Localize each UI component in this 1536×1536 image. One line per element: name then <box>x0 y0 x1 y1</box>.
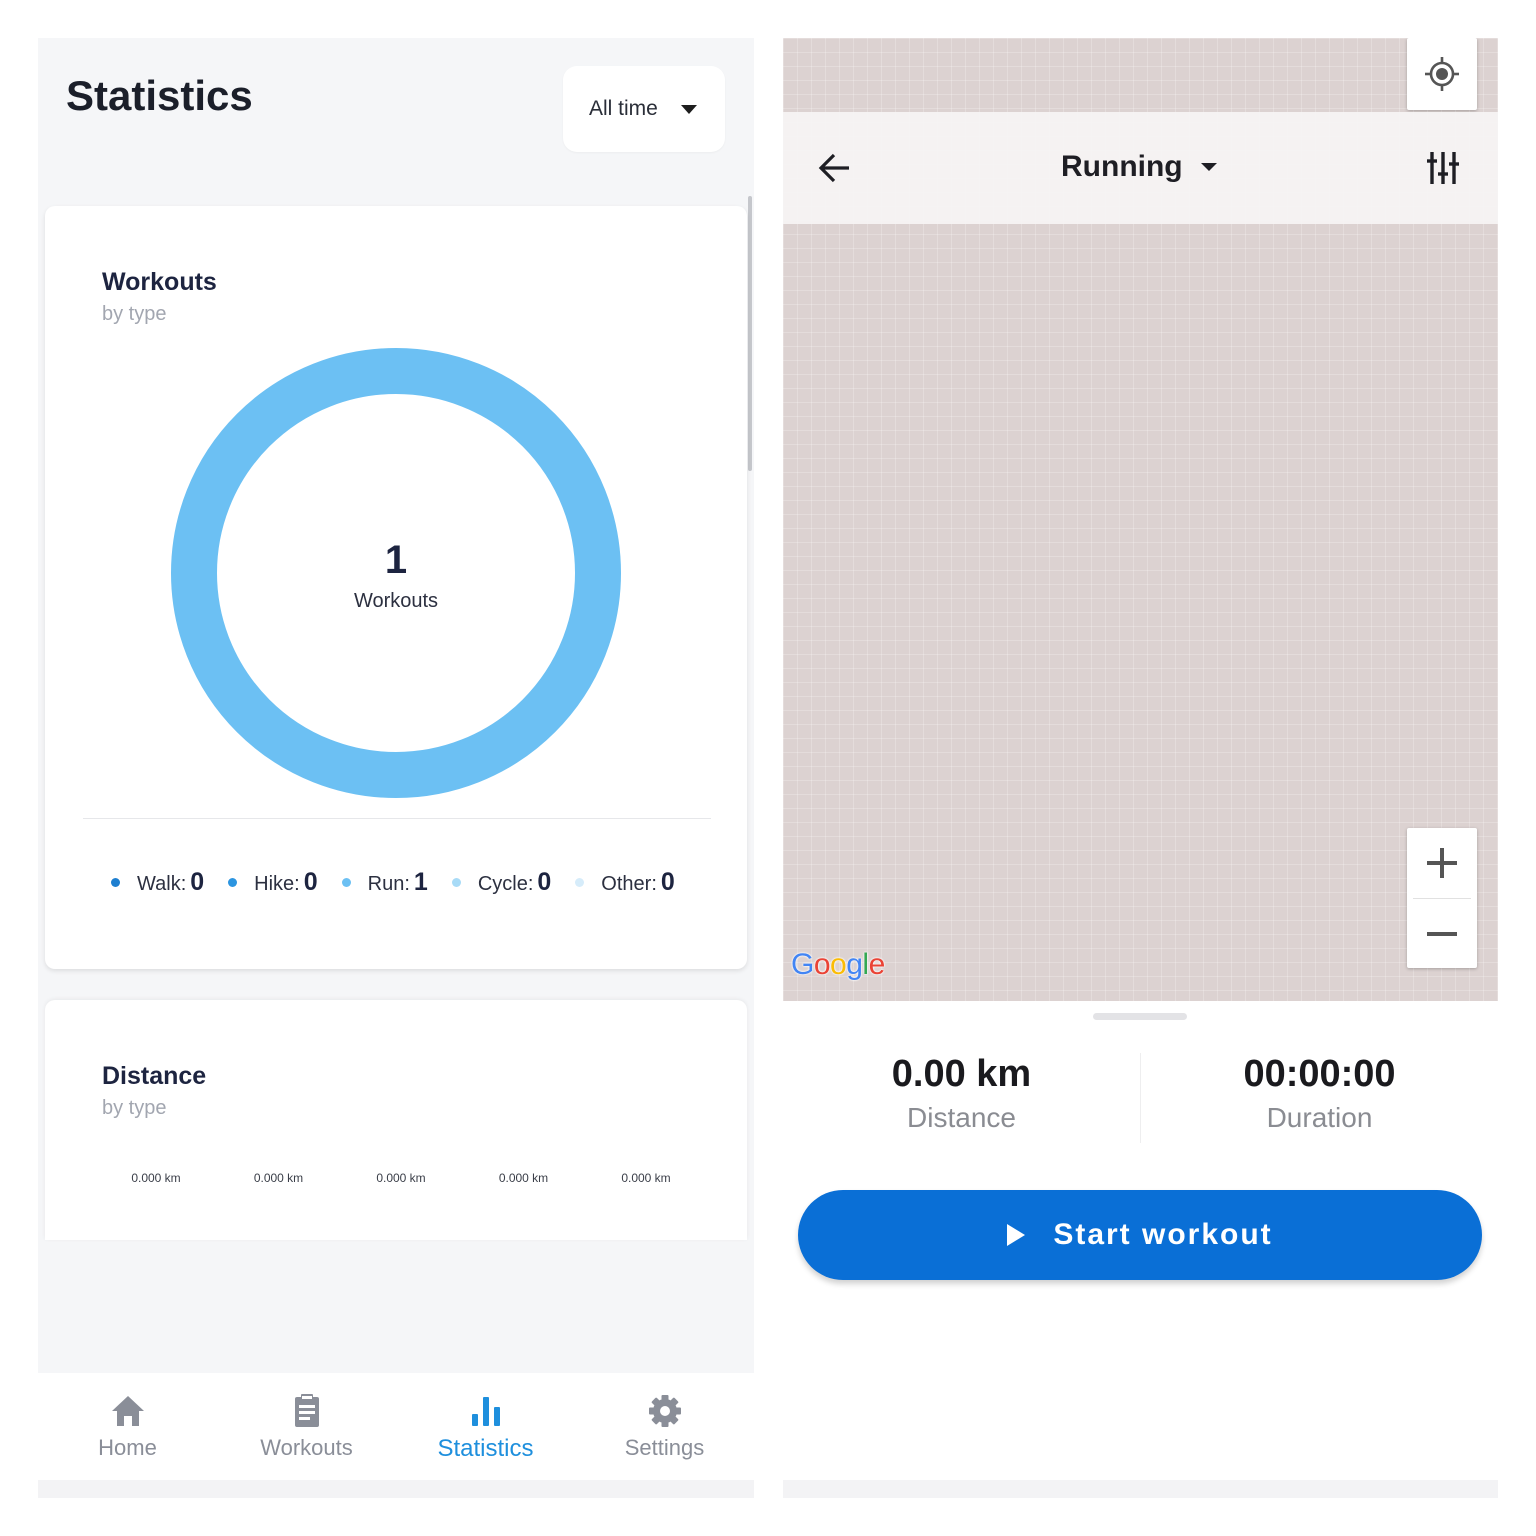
bottom-sheet-handle[interactable] <box>1093 1013 1187 1020</box>
workouts-card-title: Workouts <box>102 268 217 296</box>
home-icon <box>111 1396 144 1426</box>
google-logo-letter: o <box>830 948 847 981</box>
google-logo-letter: G <box>791 948 814 981</box>
legend-item-run: Run: 1 <box>341 868 428 897</box>
time-range-dropdown[interactable]: All time <box>563 66 725 152</box>
distance-tick-label: 0.000 km <box>376 1171 426 1185</box>
google-logo: Google <box>791 948 885 982</box>
back-arrow-icon[interactable] <box>815 148 855 188</box>
map-zoom-controls <box>1407 828 1477 968</box>
system-nav-strip <box>38 1480 754 1498</box>
legend-value: 0 <box>660 868 675 896</box>
google-logo-letter: o <box>813 948 831 981</box>
activity-type-dropdown[interactable]: Running <box>1061 150 1217 184</box>
legend-value: 0 <box>537 868 552 896</box>
distance-value: 0.00 km <box>891 1053 1032 1095</box>
activity-type-label: Running <box>1061 150 1183 183</box>
duration-metric: 00:00:00 Duration <box>1141 1053 1498 1134</box>
google-logo-letter: g <box>846 948 863 981</box>
nav-home[interactable]: Home <box>38 1373 217 1480</box>
legend-label: Walk: <box>137 873 187 895</box>
nav-label: Settings <box>624 1435 705 1460</box>
legend-label: Hike: <box>254 873 300 895</box>
donut-total-label: Workouts <box>353 590 439 612</box>
legend-dot <box>228 878 238 887</box>
legend-dot <box>451 878 461 887</box>
my-location-button[interactable] <box>1407 38 1477 110</box>
distance-tick-label: 0.000 km <box>621 1171 671 1185</box>
nav-label: Workouts <box>260 1435 353 1460</box>
legend-value: 1 <box>413 868 428 896</box>
start-workout-button[interactable]: Start workout <box>798 1190 1482 1280</box>
play-icon <box>1007 1224 1026 1246</box>
divider <box>83 818 711 819</box>
distance-card-title: Distance <box>102 1062 207 1090</box>
duration-value: 00:00:00 <box>1243 1053 1396 1095</box>
legend-dot <box>111 878 120 887</box>
distance-label: Distance <box>907 1102 1016 1133</box>
system-nav-strip <box>783 1480 1498 1498</box>
distance-axis-ticks: 0.000 km 0.000 km 0.000 km 0.000 km 0.00… <box>101 1171 701 1185</box>
legend-item-cycle: Cycle: 0 <box>451 868 552 897</box>
tune-settings-icon[interactable] <box>1423 148 1463 188</box>
bar-chart-icon <box>471 1397 500 1426</box>
nav-workouts[interactable]: Workouts <box>217 1373 396 1480</box>
minus-icon <box>1427 931 1457 936</box>
workouts-card: Workouts by type 1 Workouts Walk: 0 Hike… <box>45 206 747 969</box>
distance-tick-label: 0.000 km <box>131 1171 181 1185</box>
donut-total: 1 <box>384 538 408 582</box>
duration-label: Duration <box>1266 1102 1373 1133</box>
legend-value: 0 <box>190 868 205 896</box>
statistics-screen: Statistics All time Workouts by type 1 W… <box>38 38 754 1498</box>
google-logo-letter: e <box>868 948 886 981</box>
legend-dot <box>575 878 585 887</box>
page-title: Statistics <box>66 72 253 119</box>
legend-dot <box>341 878 351 887</box>
legend-label: Cycle: <box>477 873 534 895</box>
zoom-in-button[interactable] <box>1407 828 1477 898</box>
scrollbar[interactable] <box>748 196 752 471</box>
workout-top-bar: Running <box>783 112 1498 224</box>
nav-settings[interactable]: Settings <box>575 1373 754 1480</box>
distance-card-subtitle: by type <box>102 1097 167 1119</box>
caret-down-icon <box>1200 163 1217 171</box>
legend-item-hike: Hike: 0 <box>228 868 318 897</box>
legend-item-other: Other: 0 <box>575 868 675 897</box>
nav-label: Home <box>98 1435 157 1460</box>
clipboard-icon <box>294 1394 319 1427</box>
time-range-label: All time <box>589 97 658 120</box>
gear-icon <box>648 1395 681 1427</box>
workout-screen: Running Google 0.00 km Distance 00:00:00… <box>783 38 1498 1498</box>
workouts-card-subtitle: by type <box>102 303 167 325</box>
distance-metric: 0.00 km Distance <box>783 1053 1140 1134</box>
distance-card: Distance by type 0.000 km 0.000 km 0.000… <box>45 1000 747 1240</box>
chart-legend: Walk: 0 Hike: 0 Run: 1 Cycle: 0 Other: 0 <box>111 868 699 897</box>
legend-value: 0 <box>303 868 318 896</box>
nav-label: Statistics <box>437 1435 534 1462</box>
plus-icon <box>1427 848 1457 878</box>
my-location-icon <box>1425 57 1459 91</box>
bottom-navigation: Home Workouts Statistics Settings <box>38 1373 754 1480</box>
legend-label: Other: <box>601 873 657 895</box>
distance-tick-label: 0.000 km <box>498 1171 549 1185</box>
zoom-out-button[interactable] <box>1407 899 1477 968</box>
distance-tick-label: 0.000 km <box>253 1171 304 1185</box>
start-workout-label: Start workout <box>1053 1218 1273 1251</box>
legend-item-walk: Walk: 0 <box>111 868 204 897</box>
caret-down-icon <box>681 105 697 114</box>
legend-label: Run: <box>367 873 410 895</box>
nav-statistics[interactable]: Statistics <box>396 1373 575 1480</box>
